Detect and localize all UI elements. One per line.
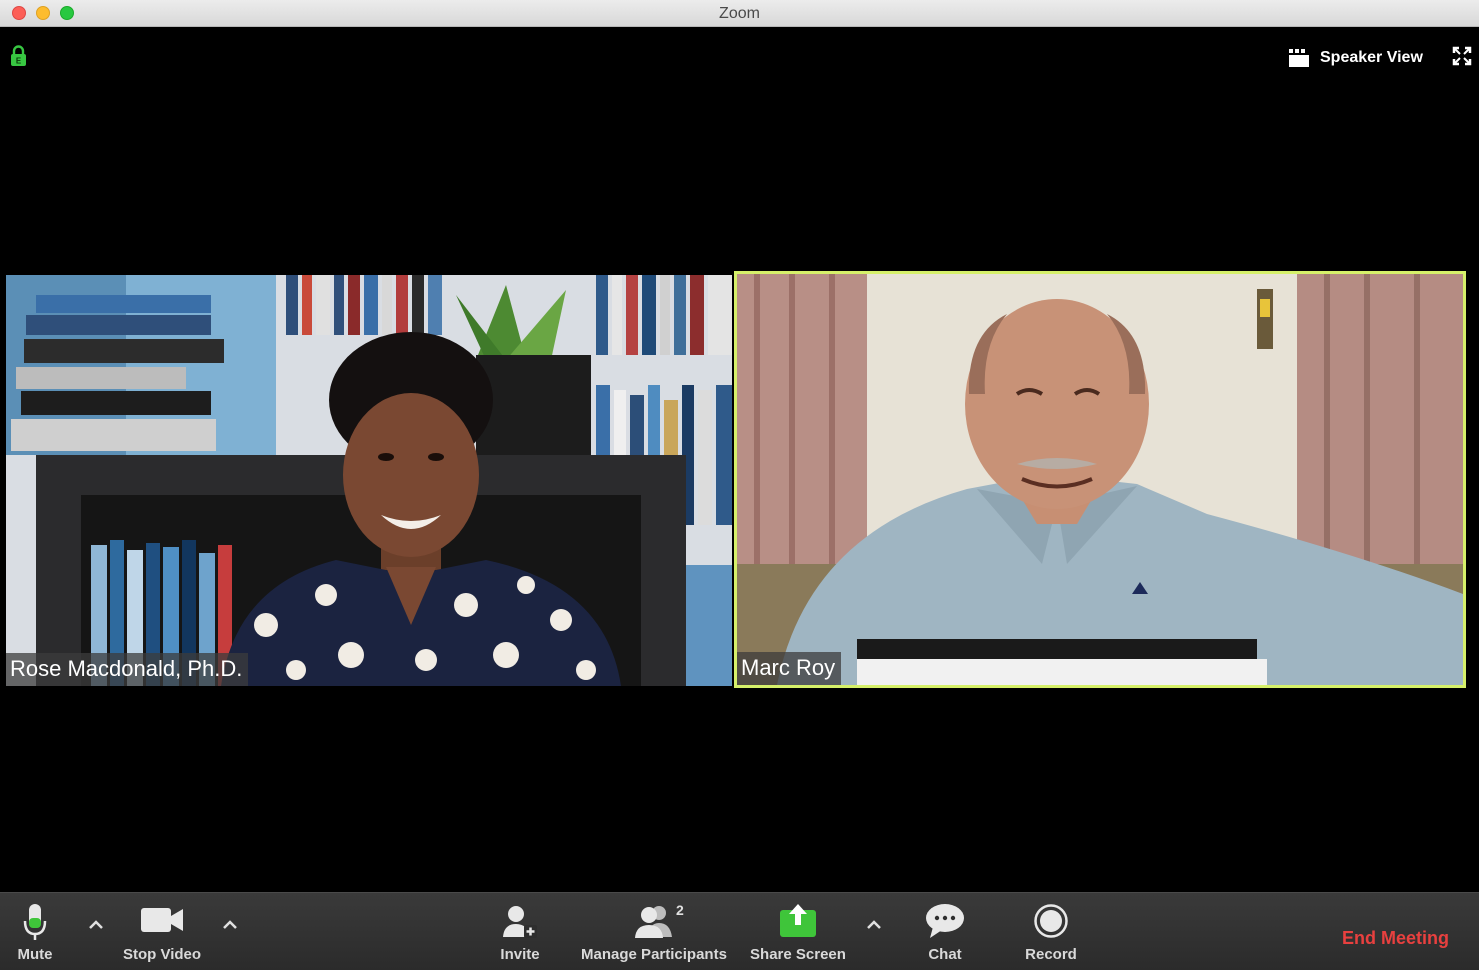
manage-participants-label: Manage Participants <box>581 946 727 963</box>
fullscreen-icon[interactable] <box>1452 46 1472 66</box>
speaker-view-toggle[interactable]: Speaker View <box>1288 45 1423 71</box>
microphone-icon <box>23 904 47 940</box>
share-screen-button[interactable]: Share Screen <box>746 893 850 970</box>
video-tile-marc[interactable]: Marc Roy <box>734 271 1466 688</box>
meeting-toolbar: Mute Stop Video Invite Manage Participan… <box>0 892 1479 970</box>
share-screen-icon <box>780 904 816 937</box>
video-camera-icon <box>141 908 183 932</box>
audio-options-chevron-up-icon[interactable] <box>86 915 106 935</box>
chat-button[interactable]: Chat <box>915 893 975 970</box>
invite-button[interactable]: Invite <box>490 893 550 970</box>
record-button[interactable]: Record <box>1016 893 1086 970</box>
stop-video-button[interactable]: Stop Video <box>114 893 210 970</box>
share-options-chevron-up-icon[interactable] <box>864 915 884 935</box>
mute-button[interactable]: Mute <box>0 893 70 970</box>
chat-bubble-icon <box>926 904 964 938</box>
participant-video-marc <box>737 274 1463 685</box>
video-options-chevron-up-icon[interactable] <box>220 915 240 935</box>
invite-label: Invite <box>500 946 540 963</box>
speaker-view-label: Speaker View <box>1320 49 1423 66</box>
encryption-lock-icon[interactable]: E <box>10 45 27 67</box>
chat-label: Chat <box>928 946 962 963</box>
window-titlebar: Zoom <box>0 0 1479 27</box>
end-meeting-button[interactable]: End Meeting <box>1342 928 1449 949</box>
video-tile-rose[interactable]: Rose Macdonald, Ph.D. <box>6 275 732 686</box>
participants-icon <box>635 906 672 938</box>
participant-count-badge: 2 <box>676 902 684 918</box>
window-title: Zoom <box>719 5 760 22</box>
mute-label: Mute <box>17 946 53 963</box>
add-user-icon <box>503 906 537 938</box>
participant-video-rose <box>6 275 732 686</box>
manage-participants-button[interactable]: Manage Participants <box>574 893 734 970</box>
stop-video-label: Stop Video <box>122 946 202 963</box>
record-icon <box>1034 904 1068 938</box>
speaker-view-icon <box>1289 49 1309 67</box>
participant-name-label: Rose Macdonald, Ph.D. <box>6 653 249 686</box>
share-screen-label: Share Screen <box>750 946 846 963</box>
participant-name-label: Marc Roy <box>737 652 842 685</box>
record-label: Record <box>1025 946 1077 963</box>
svg-text:E: E <box>16 57 22 66</box>
